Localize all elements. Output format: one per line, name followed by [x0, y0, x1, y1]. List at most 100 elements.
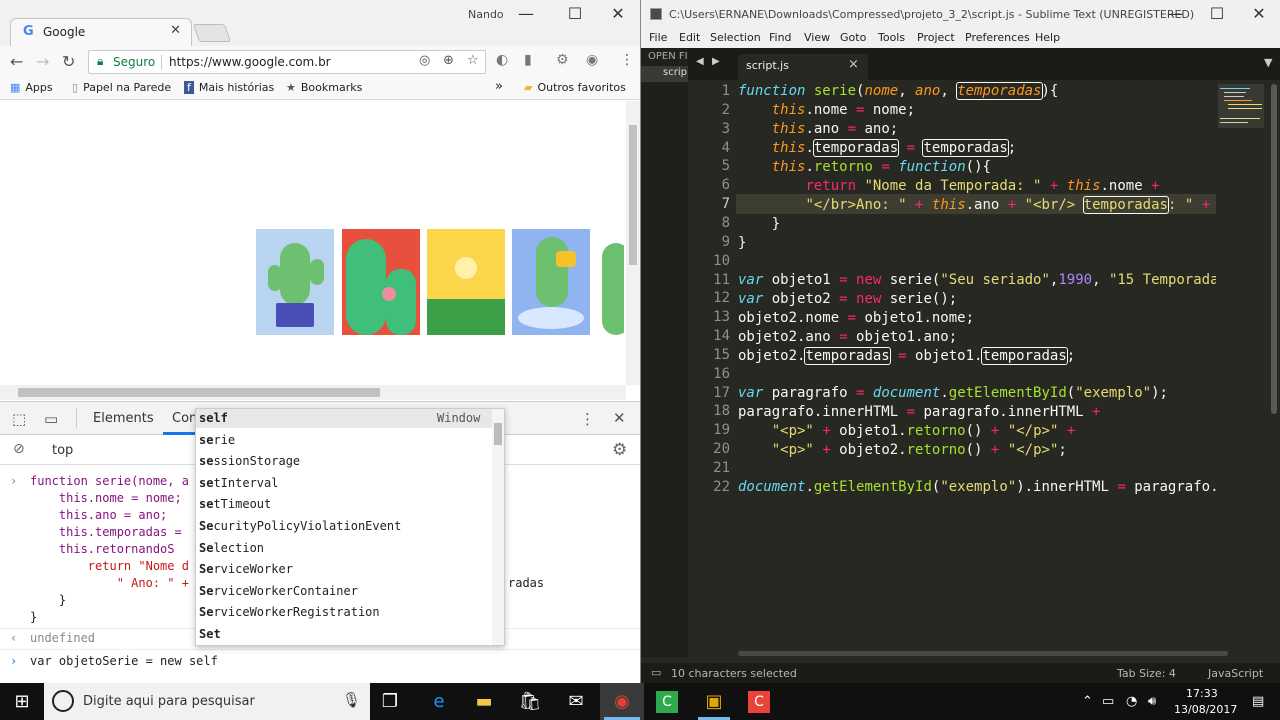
bookmark-mais-historias[interactable]: f Mais histórias — [184, 81, 274, 94]
autocomplete-item[interactable]: setTimeout — [199, 497, 271, 511]
edge-browser-icon[interactable]: e — [427, 690, 451, 714]
scroll-thumb[interactable] — [494, 423, 502, 445]
console-context[interactable]: top — [52, 443, 73, 458]
autocomplete-item[interactable]: setInterval — [199, 476, 278, 490]
camtasia-green-icon[interactable]: C — [656, 691, 678, 713]
page-vertical-scrollbar[interactable] — [626, 101, 640, 385]
sublime-minimap[interactable] — [1216, 80, 1266, 650]
location-target-icon[interactable]: ◎ — [419, 53, 430, 68]
editor-horizontal-scrollbar[interactable] — [738, 651, 1228, 657]
tab-close-icon[interactable]: × — [848, 57, 859, 72]
back-arrow-icon[interactable]: ← — [10, 52, 23, 71]
scroll-thumb[interactable] — [18, 388, 380, 397]
reload-icon[interactable]: ↻ — [62, 52, 75, 71]
menu-goto[interactable]: Goto — [840, 31, 866, 44]
action-center-icon[interactable]: ▤ — [1252, 694, 1264, 709]
clear-console-icon[interactable]: ⊘ — [13, 441, 25, 457]
editor-vertical-scrollbar[interactable] — [1268, 80, 1280, 650]
autocomplete-item[interactable]: ServiceWorkerContainer — [199, 584, 358, 598]
tray-expand-icon[interactable]: ⌃ — [1082, 694, 1093, 709]
bookmark-papel-na-parede[interactable]: ▯ Papel na Parede — [72, 81, 171, 94]
bookmarks-more-icon[interactable]: » — [495, 79, 503, 94]
extension-icon-1[interactable]: ◐ — [496, 52, 508, 68]
autocomplete-item[interactable]: SecurityPolicyViolationEvent — [199, 519, 401, 533]
tab-overflow-icon[interactable]: ▼ — [1264, 56, 1272, 69]
autocomplete-item[interactable]: Selection — [199, 541, 264, 555]
console-settings-gear-icon[interactable]: ⚙ — [612, 440, 627, 460]
menu-help[interactable]: Help — [1035, 31, 1060, 44]
chrome-user-name[interactable]: Nando — [468, 8, 504, 21]
menu-tools[interactable]: Tools — [878, 31, 905, 44]
bookmark-star-icon[interactable]: ☆ — [467, 53, 479, 68]
url-text[interactable]: https://www.google.com.br — [169, 55, 331, 69]
console-autocomplete-dropdown[interactable]: Window self serie sessionStorage setInterva… — [195, 408, 505, 646]
sidebar-file-script[interactable]: scrip — [663, 67, 687, 78]
tab-next-icon[interactable]: ▶ — [712, 56, 720, 67]
camtasia-red-icon[interactable]: C — [748, 691, 770, 713]
address-bar[interactable]: 🔒︎ Seguro https://www.google.com.br ◎ ⊕ … — [88, 50, 486, 74]
store-icon[interactable]: 🛍︎ — [518, 690, 542, 714]
autocomplete-item[interactable]: serie — [199, 433, 235, 447]
minimize-icon[interactable]: — — [1155, 4, 1195, 23]
autocomplete-item[interactable]: ServiceWorkerRegistration — [199, 605, 380, 619]
bookmark-bookmarks[interactable]: ★ Bookmarks — [286, 81, 362, 94]
tab-close-icon[interactable]: ✕ — [170, 23, 181, 38]
tray-volume-icon[interactable]: 🔊︎ — [1148, 694, 1156, 709]
menu-find[interactable]: Find — [769, 31, 792, 44]
editor-tab-script-js[interactable]: script.js × — [738, 54, 868, 80]
minimize-icon[interactable]: — — [506, 4, 546, 23]
extension-icon-2[interactable]: ▮ — [524, 52, 532, 68]
close-window-icon[interactable]: ✕ — [598, 4, 638, 23]
scroll-thumb[interactable] — [738, 651, 1228, 656]
autocomplete-item[interactable]: ServiceWorker — [199, 562, 293, 576]
scroll-thumb[interactable] — [1271, 84, 1277, 414]
tab-elements[interactable]: Elements — [93, 411, 154, 426]
maximize-icon[interactable]: ☐ — [555, 4, 595, 23]
menu-edit[interactable]: Edit — [679, 31, 700, 44]
tray-date[interactable]: 13/08/2017 — [1174, 703, 1237, 716]
chrome-tab-google[interactable]: G Google ✕ — [10, 18, 192, 46]
page-horizontal-scrollbar[interactable] — [0, 385, 626, 400]
taskbar-search-box[interactable]: Digite aqui para pesquisar 🎙︎ — [44, 683, 370, 720]
console-expand-arrow-icon[interactable]: › — [10, 474, 17, 488]
tray-time[interactable]: 17:33 — [1186, 687, 1218, 700]
devtools-menu-icon[interactable]: ⋮ — [580, 410, 595, 428]
menu-view[interactable]: View — [804, 31, 830, 44]
extension-icon-3[interactable]: ⚙ — [556, 52, 569, 68]
sublime-taskbar-icon[interactable]: ▣ — [702, 690, 726, 714]
chrome-taskbar-icon[interactable]: ◉ — [610, 690, 634, 714]
status-panel-icon[interactable]: ▭ — [651, 666, 661, 679]
scroll-thumb[interactable] — [629, 125, 637, 265]
tab-prev-icon[interactable]: ◀ — [696, 56, 704, 67]
autocomplete-scrollbar[interactable] — [492, 409, 504, 645]
device-toolbar-icon[interactable]: ▭ — [44, 410, 58, 428]
menu-preferences[interactable]: Preferences — [965, 31, 1030, 44]
mail-icon[interactable]: ✉ — [564, 690, 588, 714]
task-view-icon[interactable]: ❐ — [378, 690, 402, 714]
autocomplete-item[interactable]: self — [199, 411, 228, 425]
extension-icon-4[interactable]: ◉ — [586, 52, 598, 68]
devtools-close-icon[interactable]: ✕ — [613, 409, 626, 427]
file-explorer-icon[interactable]: ▬ — [472, 690, 496, 714]
autocomplete-item[interactable]: sessionStorage — [199, 454, 300, 468]
maximize-icon[interactable]: ☐ — [1197, 4, 1237, 23]
forward-arrow-icon[interactable]: → — [36, 52, 49, 71]
zoom-icon[interactable]: ⊕ — [443, 53, 454, 68]
status-tab-size[interactable]: Tab Size: 4 — [1117, 667, 1176, 680]
autocomplete-item[interactable]: Set — [199, 627, 221, 641]
google-doodle[interactable] — [256, 229, 624, 335]
windows-start-icon[interactable]: ⊞ — [10, 690, 34, 714]
inspect-element-icon[interactable]: ⬚ — [12, 410, 26, 428]
microphone-icon[interactable]: 🎙︎ — [342, 691, 361, 709]
menu-selection[interactable]: Selection — [710, 31, 761, 44]
bookmark-other-favorites[interactable]: ▰ Outros favoritos — [524, 81, 626, 94]
console-input[interactable]: var objetoSerie = new self — [30, 654, 218, 668]
tray-network-icon[interactable]: ◔ — [1126, 694, 1137, 709]
tray-battery-icon[interactable]: ▭ — [1102, 694, 1114, 709]
chrome-menu-icon[interactable]: ⋮ — [620, 52, 634, 68]
bookmark-apps[interactable]: ▦ Apps — [10, 81, 53, 94]
menu-project[interactable]: Project — [917, 31, 955, 44]
new-tab-button[interactable] — [192, 24, 232, 42]
close-window-icon[interactable]: ✕ — [1239, 4, 1279, 23]
status-syntax[interactable]: JavaScript — [1208, 667, 1263, 680]
